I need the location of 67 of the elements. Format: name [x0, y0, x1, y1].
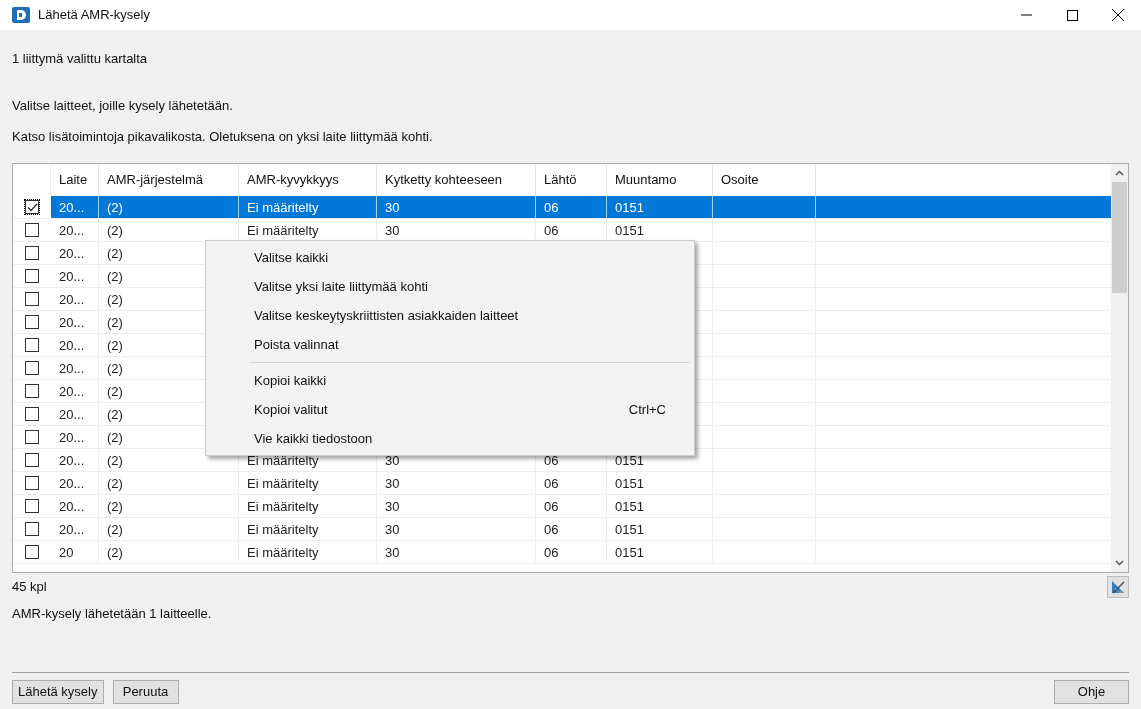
table-cell: 06	[544, 499, 559, 514]
table-cell: (2)	[107, 315, 123, 330]
table-cell: 20...	[59, 430, 85, 445]
table-cell: 06	[544, 223, 559, 238]
table-cell: 06	[544, 522, 559, 537]
table-cell: Ei määritelty	[247, 200, 319, 215]
table-cell: (2)	[107, 269, 123, 284]
table-cell: 0151	[615, 545, 644, 560]
selection-info: 1 liittymä valittu kartalta	[12, 51, 149, 66]
shortcut-text: Ctrl+C	[628, 400, 666, 419]
instruction-text: Valitse laitteet, joille kysely lähetetään.	[12, 98, 234, 113]
table-cell: 20...	[59, 384, 85, 399]
table-cell: 20...	[59, 315, 85, 330]
table-cell: 20...	[59, 223, 85, 238]
table-cell: 20...	[59, 269, 85, 284]
table-cell: (2)	[107, 384, 123, 399]
table-cell: (2)	[107, 545, 123, 560]
table-cell: (2)	[107, 292, 123, 307]
table-cell: 20...	[59, 246, 85, 261]
instruction-text: Katso lisätoimintoja pikavalikosta. Oletuksena on yksi laite liittymää kohti.	[12, 129, 434, 144]
table-cell: 30	[385, 522, 400, 537]
table-cell: Ei määritelty	[247, 476, 319, 491]
table-cell: 06	[544, 200, 559, 215]
table-cell: (2)	[107, 522, 123, 537]
table-cell: Ei määritelty	[247, 453, 319, 468]
table-cell: (2)	[107, 430, 123, 445]
table-cell: 30	[385, 545, 400, 560]
table-cell: 20...	[59, 292, 85, 307]
table-cell: (2)	[107, 453, 123, 468]
table-cell: 20	[59, 545, 74, 560]
table-cell: 06	[544, 453, 559, 468]
table-cell: 20...	[59, 453, 85, 468]
device-count: 45 kpl	[12, 578, 47, 597]
table-cell: 0151	[615, 522, 644, 537]
table-cell: (2)	[107, 499, 123, 514]
table-cell: 20...	[59, 200, 85, 215]
table-cell: 0151	[615, 200, 644, 215]
table-cell: (2)	[107, 223, 123, 238]
table-cell: 20...	[59, 522, 85, 537]
table-cell: (2)	[107, 246, 123, 261]
table-cell: (2)	[107, 200, 123, 215]
table-cell: Ei määritelty	[247, 499, 319, 514]
table-cell: 0151	[615, 476, 644, 491]
table-cell: 0151	[615, 223, 644, 238]
table-cell: (2)	[107, 361, 123, 376]
table-cell: 30	[385, 453, 400, 468]
summary-text: AMR-kysely lähetetään 1 laitteelle.	[11, 605, 213, 623]
table-cell: 30	[385, 223, 400, 238]
table-cell: 20...	[59, 338, 85, 353]
table-cell: 30	[385, 200, 400, 215]
table-cell: 30	[385, 499, 400, 514]
table-cell: 20...	[59, 476, 85, 491]
window-title: Lähetä AMR-kysely	[38, 6, 150, 25]
table-cell: Ei määritelty	[247, 522, 319, 537]
table-cell: 06	[544, 545, 559, 560]
table-cell: (2)	[107, 338, 123, 353]
table-cell: (2)	[107, 407, 123, 422]
table-cell: 20...	[59, 361, 85, 376]
table-cell: 06	[544, 476, 559, 491]
table-cell: Ei määritelty	[247, 223, 319, 238]
table-cell: 0151	[615, 453, 644, 468]
table-cell: 30	[385, 476, 400, 491]
table-cell: Ei määritelty	[247, 545, 319, 560]
table-cell: 20...	[59, 407, 85, 422]
table-cell: (2)	[107, 476, 123, 491]
table-cell: 20...	[59, 499, 85, 514]
table-cell: 0151	[615, 499, 644, 514]
